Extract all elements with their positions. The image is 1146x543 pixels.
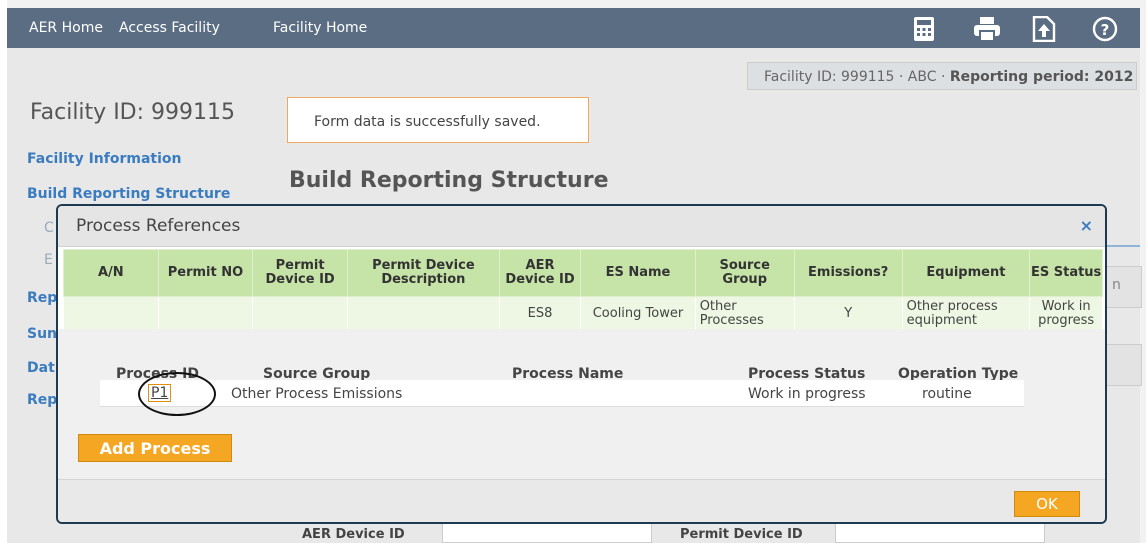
sidebar-item-build-reporting-structure[interactable]: Build Reporting Structure <box>27 186 230 202</box>
sidebar-subitem[interactable]: E <box>44 252 53 268</box>
page-title: Build Reporting Structure <box>289 168 609 193</box>
annotation-circle <box>138 372 216 416</box>
calculator-icon[interactable] <box>913 16 939 42</box>
background-field-text: n <box>1112 277 1121 293</box>
table-cell: Work in progress <box>1029 296 1103 331</box>
table-cell <box>157 296 254 331</box>
background-field <box>1105 344 1142 386</box>
sidebar-item-reports[interactable]: Rep <box>27 290 57 306</box>
table-cell <box>252 296 348 331</box>
column-header: AER Device ID <box>498 249 582 297</box>
aer-device-id-label: AER Device ID <box>302 527 405 542</box>
column-header: Permit Device ID <box>252 249 348 297</box>
background-divider <box>1105 245 1140 247</box>
sidebar-item-summary[interactable]: Sun <box>27 326 57 342</box>
process-source-group: Other Process Emissions <box>231 386 403 402</box>
facility-context-bar: Facility ID: 999115 · ABC · Reporting pe… <box>747 62 1137 90</box>
column-header: A/N <box>63 249 159 297</box>
background-field: n <box>1105 266 1142 308</box>
permit-device-id-field[interactable] <box>835 522 1045 543</box>
column-header: Emissions? <box>793 249 903 297</box>
printer-icon[interactable] <box>973 16 1000 42</box>
column-header: Permit Device Description <box>346 249 500 297</box>
facility-context-text: Facility ID: 999115 · ABC · <box>764 69 950 85</box>
add-process-button[interactable]: Add Process <box>78 434 232 462</box>
table-cell: ES8 <box>498 296 582 331</box>
nav-access-facility[interactable]: Access Facility <box>119 8 220 48</box>
column-header: Permit NO <box>157 249 254 297</box>
nav-aer-home[interactable]: AER Home <box>29 8 103 48</box>
process-status: Work in progress <box>748 386 866 402</box>
process-references-table: A/N Permit NO Permit Device ID Permit De… <box>63 249 1103 331</box>
help-icon[interactable]: ? <box>1092 16 1118 42</box>
reporting-period: Reporting period: 2012 <box>949 69 1134 85</box>
process-operation-type: routine <box>922 386 972 402</box>
dialog-title: Process References <box>76 216 241 236</box>
nav-facility-home[interactable]: Facility Home <box>273 8 367 48</box>
ok-button[interactable]: OK <box>1014 491 1080 517</box>
column-header: Equipment <box>901 249 1031 297</box>
process-references-dialog: Process References × A/N Permit NO Permi… <box>56 204 1107 524</box>
sidebar-item-reporting[interactable]: Rep <box>27 392 57 408</box>
table-cell <box>63 296 159 331</box>
table-cell: Y <box>793 296 903 331</box>
sidebar-subitem[interactable]: C <box>44 220 54 236</box>
svg-text:?: ? <box>1101 21 1110 39</box>
dialog-header: Process References × <box>58 206 1105 247</box>
upload-icon[interactable] <box>1032 15 1058 43</box>
left-gutter <box>0 0 7 543</box>
table-cell: Cooling Tower <box>580 296 696 331</box>
table-cell <box>346 296 500 331</box>
save-success-message: Form data is successfully saved. <box>287 97 589 143</box>
table-header-row: A/N Permit NO Permit Device ID Permit De… <box>63 249 1103 297</box>
table-cell: Other process equipment <box>901 296 1031 331</box>
top-navigation-bar: AER Home Access Facility Facility Home ? <box>7 8 1140 48</box>
column-header: ES Status <box>1029 249 1103 297</box>
close-icon[interactable]: × <box>1080 216 1093 235</box>
dialog-footer <box>58 479 1105 522</box>
column-header: Source Group <box>694 249 795 297</box>
table-row: ES8 Cooling Tower Other Processes Y Othe… <box>63 296 1103 331</box>
aer-device-id-field[interactable] <box>442 522 652 543</box>
table-cell: Other Processes <box>694 296 795 331</box>
permit-device-id-label: Permit Device ID <box>680 527 803 542</box>
sidebar-item-facility-information[interactable]: Facility Information <box>27 151 181 167</box>
facility-id-heading: Facility ID: 999115 <box>30 100 236 125</box>
sidebar-item-data[interactable]: Dat <box>27 360 55 376</box>
column-header: ES Name <box>580 249 696 297</box>
